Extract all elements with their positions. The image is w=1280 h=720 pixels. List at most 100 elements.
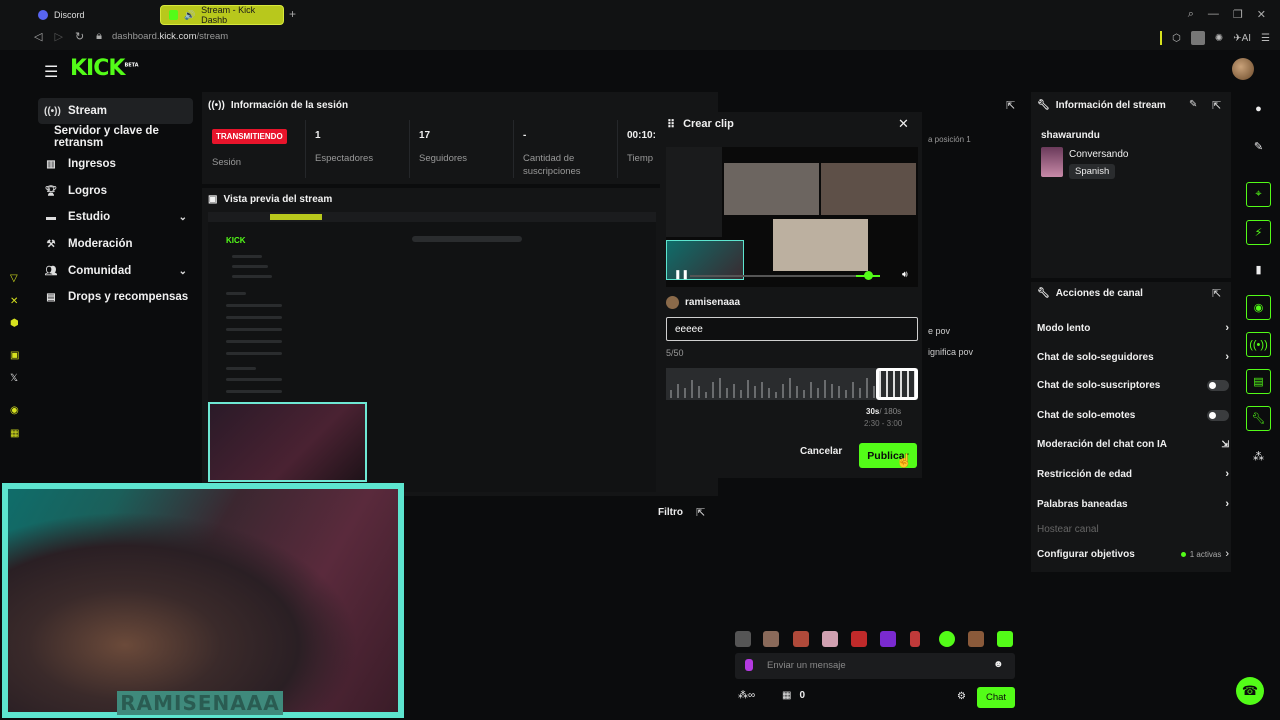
emote-icon[interactable] <box>822 631 838 647</box>
info-icon[interactable]: ● <box>1246 96 1271 121</box>
emote-icon[interactable] <box>880 631 896 647</box>
emote-icon[interactable] <box>910 631 920 647</box>
clip-duration: 30s/ 180s <box>866 407 902 416</box>
expand-icon[interactable]: ⇱ <box>1212 287 1221 300</box>
subscribers-only-toggle[interactable] <box>1207 380 1229 391</box>
category-name[interactable]: Conversando <box>1069 149 1128 160</box>
layout-icon[interactable]: ▤ <box>1246 369 1271 394</box>
viewers-value: 1 <box>315 130 321 141</box>
waveform-bar <box>859 388 861 398</box>
plugins-icon[interactable]: ⁂ <box>1246 444 1271 469</box>
expand-icon[interactable]: ⇱ <box>1212 99 1221 112</box>
emote-icon[interactable] <box>763 631 779 647</box>
sidebar-item-drops[interactable]: ▤ Drops y recompensas <box>38 284 193 310</box>
sidebar-item-server-key[interactable]: Servidor y clave de retransm <box>48 124 208 150</box>
chat-message-input[interactable]: Enviar un mensaje <box>735 653 1015 679</box>
help-chat-icon[interactable]: ☎ <box>1236 677 1264 705</box>
edit-icon[interactable]: ✎ <box>1246 134 1271 159</box>
kick-logo[interactable]: KICKBETA <box>70 56 139 81</box>
timeline-selection-handle[interactable] <box>876 368 918 400</box>
action-label: Chat de solo-seguidores <box>1037 351 1154 363</box>
stream-info-panel <box>1031 92 1231 278</box>
search-icon[interactable]: ⌕ <box>1188 8 1194 21</box>
wrench-icon[interactable]: 🔧︎ <box>1246 406 1271 431</box>
ai-icon[interactable]: ✈AI <box>1233 33 1251 44</box>
forward-icon[interactable]: ▷ <box>54 30 62 43</box>
filter-label[interactable]: Filtro <box>658 507 683 518</box>
drag-handle-icon[interactable]: ⠿ <box>667 118 675 131</box>
vpn-icon[interactable]: ⬡ <box>1172 33 1181 44</box>
volume-icon[interactable]: 🔊︎ <box>902 269 908 280</box>
webcam-name-tag: RAMISENAAA <box>117 691 283 715</box>
pause-icon[interactable]: ❚❚ <box>674 269 689 280</box>
back-icon[interactable]: ◁ <box>34 30 42 43</box>
menu-icon[interactable]: ☰ <box>1261 33 1270 44</box>
action-configure-goals[interactable]: Configurar objetivos 1 activas › <box>1037 548 1229 560</box>
sidebar-item-estudio[interactable]: ▬ Estudio ⌄ <box>38 204 193 230</box>
subs-label-line-1: Cantidad de <box>523 153 575 164</box>
lightning-icon[interactable]: ⚡︎ <box>1246 220 1271 245</box>
emote-icon[interactable] <box>939 631 955 647</box>
emote-icon[interactable] <box>997 631 1013 647</box>
action-ai-moderation[interactable]: Moderación del chat con IA ⇲ <box>1037 439 1229 450</box>
extension-avatar-icon[interactable] <box>1190 31 1205 45</box>
url-text[interactable]: dashboard.kick.com/stream <box>112 31 228 42</box>
sidebar-item-moderacion[interactable]: ⚒ Moderación <box>38 231 193 257</box>
chat-bubble-icon[interactable]: ◉ <box>1246 295 1271 320</box>
close-icon[interactable]: ✕ <box>1257 8 1266 21</box>
rail-app-icon[interactable]: ▦ <box>10 428 19 439</box>
sidebar-item-logros[interactable]: 🏆︎ Logros <box>38 178 193 204</box>
action-slow-mode[interactable]: Modo lento › <box>1037 322 1229 334</box>
close-icon[interactable]: ✕ <box>898 116 909 132</box>
reload-icon[interactable]: ↻ <box>75 30 84 43</box>
action-age-restriction[interactable]: Restricción de edad › <box>1037 468 1229 480</box>
chat-settings-icon[interactable]: ⁂∞ <box>738 690 755 701</box>
hamburger-menu-icon[interactable]: ☰ <box>44 62 58 82</box>
emotes-only-toggle[interactable] <box>1207 410 1229 421</box>
broadcast-icon[interactable]: ((•)) <box>1246 332 1271 357</box>
tab-discord[interactable]: Discord <box>30 5 155 25</box>
clip-video-preview[interactable]: ❚❚ 🔊︎ <box>666 147 918 287</box>
rail-x-icon[interactable]: 𝕏 <box>10 373 18 384</box>
restore-icon[interactable]: ❐ <box>1233 8 1243 21</box>
seekbar-thumb[interactable] <box>864 271 873 280</box>
waveform-bar <box>866 378 868 398</box>
rail-filter-icon[interactable]: ▽ <box>10 273 18 284</box>
tab-kick-dashboard[interactable]: 🔊 Stream - Kick Dashb <box>160 5 284 25</box>
sidebar-item-comunidad[interactable]: 👥︎ Comunidad ⌄ <box>38 258 193 284</box>
preview-line <box>226 340 282 343</box>
rail-shield-icon[interactable]: ⬢ <box>10 318 19 329</box>
cancel-button[interactable]: Cancelar <box>800 446 842 457</box>
emote-icon[interactable] <box>793 631 809 647</box>
action-followers-only[interactable]: Chat de solo-seguidores › <box>1037 351 1229 363</box>
emote-icon[interactable] <box>968 631 984 647</box>
minimize-icon[interactable]: — <box>1208 8 1219 21</box>
emoji-icon[interactable]: ☻ <box>993 659 1004 670</box>
action-banned-words[interactable]: Palabras baneadas › <box>1037 498 1229 510</box>
new-tab-button[interactable]: + <box>289 7 296 21</box>
emote-icon[interactable] <box>735 631 751 647</box>
video-seekbar[interactable] <box>690 275 880 277</box>
emote-icon[interactable] <box>851 631 867 647</box>
settings-icon[interactable]: ✺ <box>1215 33 1223 44</box>
session-label: Sesión <box>212 157 242 168</box>
chat-send-button[interactable]: Chat <box>977 687 1015 708</box>
clip-title-text: Crear clip <box>683 118 734 130</box>
sidebar-item-stream[interactable]: ((•)) Stream <box>38 98 193 124</box>
sidebar-item-ingresos[interactable]: ▥ Ingresos <box>38 151 193 177</box>
gear-icon[interactable]: ⚙ <box>957 691 966 702</box>
expand-icon[interactable]: ⇱ <box>696 506 705 519</box>
clip-title-input[interactable] <box>666 317 918 341</box>
clip-tool-icon[interactable]: ⌖ <box>1246 182 1271 207</box>
mobile-icon[interactable]: ▮ <box>1246 257 1271 282</box>
waveform-bar <box>691 380 693 398</box>
chat-fragment: ignifica pov <box>928 347 974 357</box>
user-avatar[interactable] <box>1232 58 1254 80</box>
rail-xbox-icon[interactable]: ✕ <box>10 296 18 307</box>
edit-icon[interactable]: ✎ <box>1189 99 1197 110</box>
waveform-bar <box>845 390 847 398</box>
microphone-icon[interactable] <box>745 659 753 671</box>
rail-twitch-icon[interactable]: ▣ <box>10 350 19 361</box>
rail-spotify-icon[interactable]: ◉ <box>10 405 19 416</box>
expand-icon[interactable]: ⇱ <box>1006 99 1015 112</box>
